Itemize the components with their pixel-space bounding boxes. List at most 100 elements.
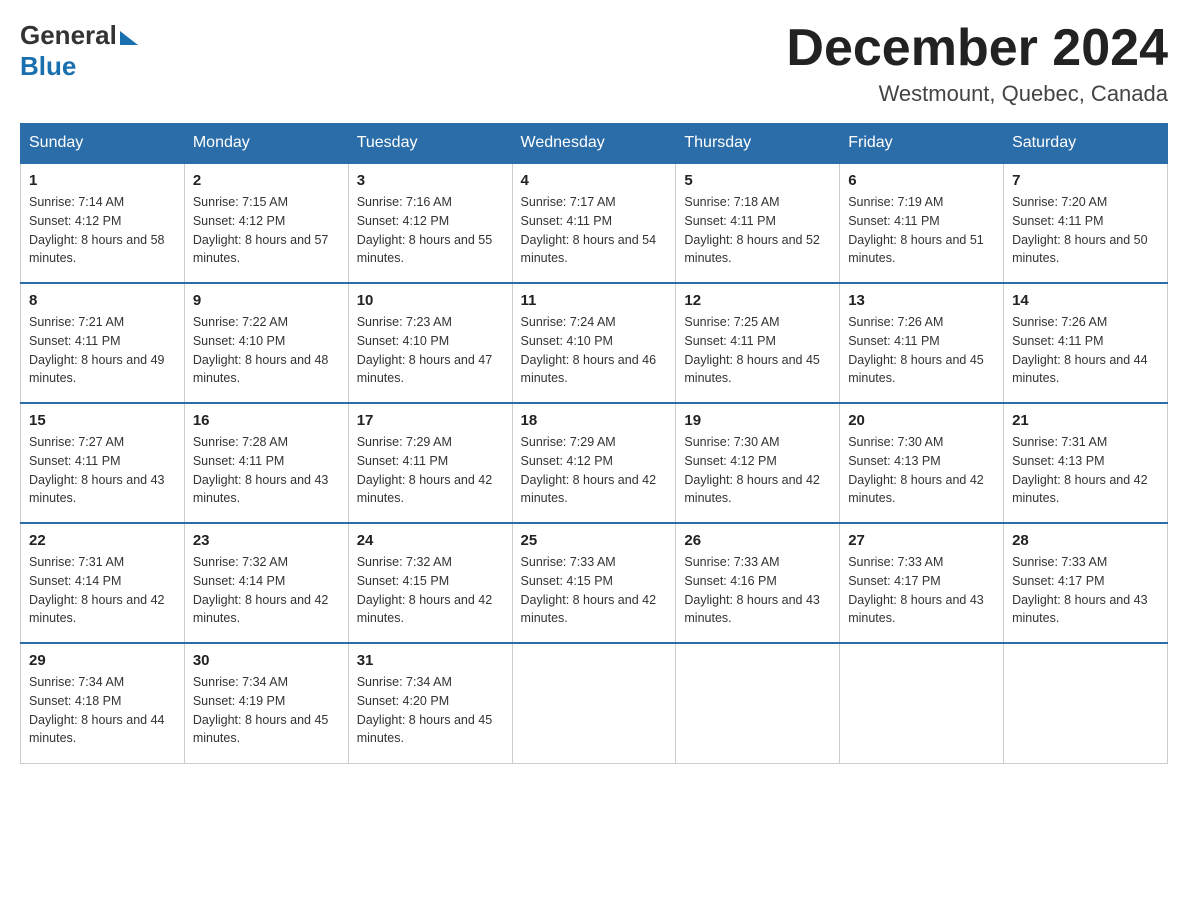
calendar-cell: 2 Sunrise: 7:15 AMSunset: 4:12 PMDayligh…: [184, 163, 348, 283]
header-friday: Friday: [840, 124, 1004, 164]
header-saturday: Saturday: [1004, 124, 1168, 164]
week-row-4: 22 Sunrise: 7:31 AMSunset: 4:14 PMDaylig…: [21, 523, 1168, 643]
day-number: 15: [29, 412, 176, 429]
day-number: 27: [848, 532, 995, 549]
day-info: Sunrise: 7:19 AMSunset: 4:11 PMDaylight:…: [848, 193, 995, 268]
calendar-cell: [676, 643, 840, 763]
calendar-cell: 7 Sunrise: 7:20 AMSunset: 4:11 PMDayligh…: [1004, 163, 1168, 283]
day-info: Sunrise: 7:29 AMSunset: 4:11 PMDaylight:…: [357, 433, 504, 508]
location-text: Westmount, Quebec, Canada: [786, 81, 1168, 107]
day-number: 23: [193, 532, 340, 549]
logo-triangle-icon: [120, 31, 138, 45]
day-number: 16: [193, 412, 340, 429]
day-number: 25: [521, 532, 668, 549]
calendar-cell: 10 Sunrise: 7:23 AMSunset: 4:10 PMDaylig…: [348, 283, 512, 403]
day-number: 20: [848, 412, 995, 429]
calendar-cell: [512, 643, 676, 763]
calendar-cell: 11 Sunrise: 7:24 AMSunset: 4:10 PMDaylig…: [512, 283, 676, 403]
week-row-1: 1 Sunrise: 7:14 AMSunset: 4:12 PMDayligh…: [21, 163, 1168, 283]
day-info: Sunrise: 7:33 AMSunset: 4:15 PMDaylight:…: [521, 553, 668, 628]
day-info: Sunrise: 7:24 AMSunset: 4:10 PMDaylight:…: [521, 313, 668, 388]
title-block: December 2024 Westmount, Quebec, Canada: [786, 20, 1168, 107]
day-info: Sunrise: 7:31 AMSunset: 4:14 PMDaylight:…: [29, 553, 176, 628]
calendar-cell: 28 Sunrise: 7:33 AMSunset: 4:17 PMDaylig…: [1004, 523, 1168, 643]
day-info: Sunrise: 7:23 AMSunset: 4:10 PMDaylight:…: [357, 313, 504, 388]
calendar-cell: 22 Sunrise: 7:31 AMSunset: 4:14 PMDaylig…: [21, 523, 185, 643]
header-tuesday: Tuesday: [348, 124, 512, 164]
day-info: Sunrise: 7:30 AMSunset: 4:13 PMDaylight:…: [848, 433, 995, 508]
day-number: 12: [684, 292, 831, 309]
calendar-cell: 27 Sunrise: 7:33 AMSunset: 4:17 PMDaylig…: [840, 523, 1004, 643]
day-number: 11: [521, 292, 668, 309]
day-number: 22: [29, 532, 176, 549]
day-number: 1: [29, 172, 176, 189]
day-info: Sunrise: 7:34 AMSunset: 4:18 PMDaylight:…: [29, 673, 176, 748]
day-info: Sunrise: 7:14 AMSunset: 4:12 PMDaylight:…: [29, 193, 176, 268]
day-info: Sunrise: 7:34 AMSunset: 4:20 PMDaylight:…: [357, 673, 504, 748]
day-number: 28: [1012, 532, 1159, 549]
day-number: 13: [848, 292, 995, 309]
day-number: 5: [684, 172, 831, 189]
day-number: 18: [521, 412, 668, 429]
page-header: General Blue December 2024 Westmount, Qu…: [20, 20, 1168, 107]
calendar-cell: 12 Sunrise: 7:25 AMSunset: 4:11 PMDaylig…: [676, 283, 840, 403]
logo: General Blue: [20, 20, 138, 82]
logo-blue-text: Blue: [20, 51, 76, 82]
week-row-2: 8 Sunrise: 7:21 AMSunset: 4:11 PMDayligh…: [21, 283, 1168, 403]
calendar-cell: 17 Sunrise: 7:29 AMSunset: 4:11 PMDaylig…: [348, 403, 512, 523]
day-number: 3: [357, 172, 504, 189]
day-number: 9: [193, 292, 340, 309]
header-sunday: Sunday: [21, 124, 185, 164]
header-monday: Monday: [184, 124, 348, 164]
calendar-header-row: SundayMondayTuesdayWednesdayThursdayFrid…: [21, 124, 1168, 164]
week-row-5: 29 Sunrise: 7:34 AMSunset: 4:18 PMDaylig…: [21, 643, 1168, 763]
day-info: Sunrise: 7:22 AMSunset: 4:10 PMDaylight:…: [193, 313, 340, 388]
day-info: Sunrise: 7:32 AMSunset: 4:14 PMDaylight:…: [193, 553, 340, 628]
calendar-cell: 29 Sunrise: 7:34 AMSunset: 4:18 PMDaylig…: [21, 643, 185, 763]
day-info: Sunrise: 7:33 AMSunset: 4:16 PMDaylight:…: [684, 553, 831, 628]
calendar-cell: 31 Sunrise: 7:34 AMSunset: 4:20 PMDaylig…: [348, 643, 512, 763]
day-info: Sunrise: 7:33 AMSunset: 4:17 PMDaylight:…: [848, 553, 995, 628]
day-number: 2: [193, 172, 340, 189]
day-info: Sunrise: 7:34 AMSunset: 4:19 PMDaylight:…: [193, 673, 340, 748]
day-info: Sunrise: 7:30 AMSunset: 4:12 PMDaylight:…: [684, 433, 831, 508]
calendar-cell: 21 Sunrise: 7:31 AMSunset: 4:13 PMDaylig…: [1004, 403, 1168, 523]
calendar-cell: 25 Sunrise: 7:33 AMSunset: 4:15 PMDaylig…: [512, 523, 676, 643]
calendar-cell: 8 Sunrise: 7:21 AMSunset: 4:11 PMDayligh…: [21, 283, 185, 403]
calendar-cell: 9 Sunrise: 7:22 AMSunset: 4:10 PMDayligh…: [184, 283, 348, 403]
day-info: Sunrise: 7:20 AMSunset: 4:11 PMDaylight:…: [1012, 193, 1159, 268]
calendar-cell: 6 Sunrise: 7:19 AMSunset: 4:11 PMDayligh…: [840, 163, 1004, 283]
day-info: Sunrise: 7:21 AMSunset: 4:11 PMDaylight:…: [29, 313, 176, 388]
calendar-cell: 24 Sunrise: 7:32 AMSunset: 4:15 PMDaylig…: [348, 523, 512, 643]
day-number: 30: [193, 652, 340, 669]
calendar-cell: 18 Sunrise: 7:29 AMSunset: 4:12 PMDaylig…: [512, 403, 676, 523]
day-number: 19: [684, 412, 831, 429]
calendar-cell: 3 Sunrise: 7:16 AMSunset: 4:12 PMDayligh…: [348, 163, 512, 283]
day-number: 21: [1012, 412, 1159, 429]
calendar-table: SundayMondayTuesdayWednesdayThursdayFrid…: [20, 123, 1168, 764]
day-info: Sunrise: 7:25 AMSunset: 4:11 PMDaylight:…: [684, 313, 831, 388]
logo-general-text: General: [20, 20, 117, 51]
calendar-cell: 14 Sunrise: 7:26 AMSunset: 4:11 PMDaylig…: [1004, 283, 1168, 403]
calendar-cell: 26 Sunrise: 7:33 AMSunset: 4:16 PMDaylig…: [676, 523, 840, 643]
day-info: Sunrise: 7:27 AMSunset: 4:11 PMDaylight:…: [29, 433, 176, 508]
calendar-cell: 15 Sunrise: 7:27 AMSunset: 4:11 PMDaylig…: [21, 403, 185, 523]
day-number: 17: [357, 412, 504, 429]
day-info: Sunrise: 7:26 AMSunset: 4:11 PMDaylight:…: [1012, 313, 1159, 388]
day-info: Sunrise: 7:33 AMSunset: 4:17 PMDaylight:…: [1012, 553, 1159, 628]
day-number: 6: [848, 172, 995, 189]
day-info: Sunrise: 7:32 AMSunset: 4:15 PMDaylight:…: [357, 553, 504, 628]
month-title: December 2024: [786, 20, 1168, 77]
day-info: Sunrise: 7:16 AMSunset: 4:12 PMDaylight:…: [357, 193, 504, 268]
day-info: Sunrise: 7:18 AMSunset: 4:11 PMDaylight:…: [684, 193, 831, 268]
calendar-cell: 5 Sunrise: 7:18 AMSunset: 4:11 PMDayligh…: [676, 163, 840, 283]
day-number: 29: [29, 652, 176, 669]
day-number: 26: [684, 532, 831, 549]
day-number: 8: [29, 292, 176, 309]
calendar-cell: 1 Sunrise: 7:14 AMSunset: 4:12 PMDayligh…: [21, 163, 185, 283]
calendar-cell: 30 Sunrise: 7:34 AMSunset: 4:19 PMDaylig…: [184, 643, 348, 763]
calendar-cell: 23 Sunrise: 7:32 AMSunset: 4:14 PMDaylig…: [184, 523, 348, 643]
calendar-cell: 20 Sunrise: 7:30 AMSunset: 4:13 PMDaylig…: [840, 403, 1004, 523]
day-info: Sunrise: 7:29 AMSunset: 4:12 PMDaylight:…: [521, 433, 668, 508]
calendar-cell: [840, 643, 1004, 763]
